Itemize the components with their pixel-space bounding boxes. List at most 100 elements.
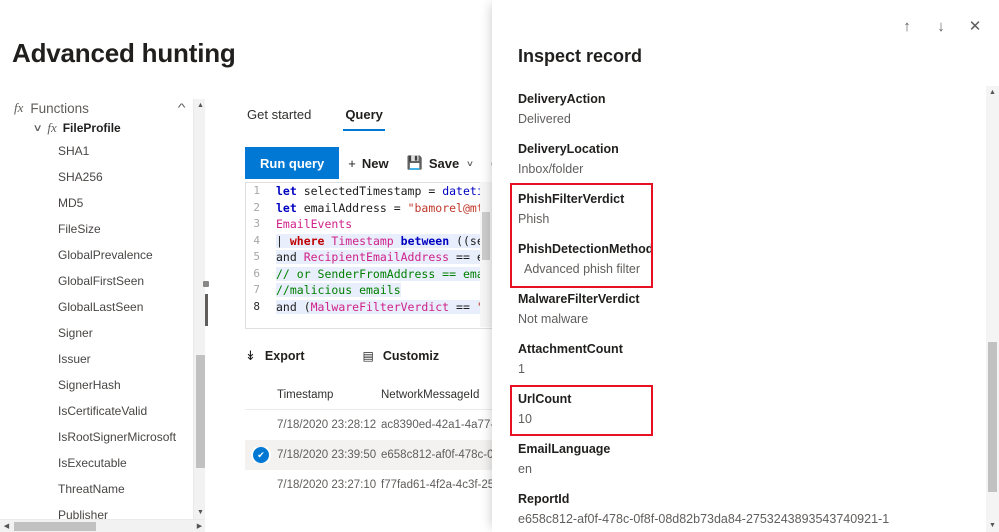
splitter-handle[interactable] (205, 294, 208, 326)
scrollbar-thumb[interactable] (14, 522, 96, 531)
export-label: Export (264, 349, 305, 363)
schema-field-item[interactable]: SHA1 (0, 138, 200, 164)
table-header-row: Timestamp NetworkMessageId (245, 381, 492, 410)
chevron-down-icon[interactable]: ∨ (466, 159, 474, 168)
schema-horizontal-scrollbar[interactable]: ◀ ▶ (0, 519, 206, 532)
customize-columns-button[interactable]: ▤ Customiz (363, 349, 440, 363)
code-line: 7 //malicious emails (246, 282, 492, 299)
schema-field-item[interactable]: MD5 (0, 190, 200, 216)
tab-query[interactable]: Query (343, 104, 385, 131)
code-token: == (456, 299, 470, 314)
line-number: 4 (253, 233, 260, 247)
code-token: let (276, 200, 297, 215)
share-query-button[interactable]: ➦ S (482, 147, 492, 179)
schema-field-item[interactable]: Issuer (0, 346, 200, 372)
code-token: //malicious emails (276, 283, 401, 297)
record-field-list: DeliveryAction Delivered DeliveryLocation I… (518, 90, 973, 532)
code-token: "bamorel@mtpd (400, 200, 492, 215)
save-disk-icon: 💾 (406, 155, 423, 170)
cell-timestamp: 7/18/2020 23:39:50 (277, 449, 377, 461)
record-field-label: DeliveryAction (518, 92, 606, 106)
record-field-label: UrlCount (518, 392, 572, 406)
previous-record-button[interactable]: ↑ (895, 14, 919, 38)
panel-vertical-scrollbar[interactable]: ▲ ▼ (986, 86, 999, 532)
record-field: PhishFilterVerdict Phish (518, 190, 973, 228)
schema-field-item[interactable]: ThreatName (0, 476, 200, 502)
close-panel-button[interactable]: ✕ (963, 14, 987, 38)
schema-field-item[interactable]: SHA256 (0, 164, 200, 190)
code-line: 2 let emailAddress = "bamorel@mtpd (246, 200, 492, 217)
code-text: let emailAddress = "bamorel@mtpd (276, 200, 492, 217)
line-number: 5 (253, 250, 260, 263)
code-token (393, 233, 401, 248)
inspect-record-title: Inspect record (518, 46, 643, 66)
scroll-up-icon[interactable]: ▲ (986, 86, 999, 99)
chevron-down-icon[interactable]: ∨ (33, 123, 43, 134)
plus-icon: + (348, 155, 356, 171)
scroll-down-icon[interactable]: ▼ (986, 519, 999, 532)
schema-field-item[interactable]: IsRootSignerMicrosoft (0, 424, 200, 450)
line-number: 6 (253, 266, 260, 280)
line-number: 7 (253, 283, 260, 296)
scroll-left-icon[interactable]: ◀ (0, 520, 13, 532)
record-field-value: en (518, 462, 532, 476)
code-text: let selectedTimestamp = datetime (276, 183, 492, 200)
scrollbar-thumb[interactable] (196, 355, 205, 468)
advanced-hunting-page: Advanced hunting fx Functions ^ ∨ fx Fil… (0, 0, 492, 532)
code-token: EmailEvents (276, 217, 353, 231)
schema-field-item[interactable]: GlobalFirstSeen (0, 268, 200, 294)
schema-field-item[interactable]: Signer (0, 320, 200, 346)
schema-field-item[interactable]: IsExecutable (0, 450, 200, 476)
record-field-value: Inbox/folder (518, 162, 584, 176)
functions-group-header[interactable]: fx Functions ^ (14, 100, 186, 116)
schema-group-fileprofile[interactable]: ∨ fx FileProfile (33, 120, 121, 136)
record-field-label: MalwareFilterVerdict (518, 292, 640, 306)
run-query-button[interactable]: Run query (245, 147, 340, 179)
schema-field-item[interactable]: IsCertificateValid (0, 398, 200, 424)
code-token: emailAddress (296, 200, 394, 215)
record-field-label: ReportId (518, 492, 570, 506)
code-text: //malicious emails (276, 282, 492, 299)
next-record-button[interactable]: ↓ (929, 14, 953, 38)
scrollbar-thumb[interactable] (988, 342, 997, 492)
code-text: // or SenderFromAddress == email (276, 266, 492, 283)
check-circle-icon[interactable]: ✔ (253, 447, 269, 463)
column-header-networkmessageid[interactable]: NetworkMessageId (381, 389, 492, 401)
scrollbar-thumb[interactable] (482, 212, 490, 260)
code-token: RecipientEmailAddress (303, 250, 450, 264)
schema-field-item[interactable]: FileSize (0, 216, 200, 242)
kql-query-editor[interactable]: 1 let selectedTimestamp = datetime 2 let em… (245, 182, 492, 329)
page-title: Advanced hunting (12, 38, 236, 68)
schema-field-item[interactable]: SignerHash (0, 372, 200, 398)
export-button[interactable]: ↡ Export (245, 348, 305, 364)
chevron-up-icon[interactable]: ^ (178, 102, 186, 114)
cell-networkmessageid: f77fad61-4f2a-4c3f-25ec-0 (381, 479, 492, 491)
column-header-timestamp[interactable]: Timestamp (277, 389, 381, 401)
record-field: MalwareFilterVerdict Not malware (518, 290, 973, 328)
code-token: where (289, 233, 325, 248)
table-row[interactable]: 7/18/2020 23:28:12 ac8390ed-42a1-4a77-197… (245, 410, 492, 440)
line-number: 1 (253, 184, 260, 197)
code-token (449, 299, 457, 314)
code-token: let (276, 184, 297, 198)
code-text: and (MalwareFilterVerdict == "Ma (276, 299, 492, 316)
line-number: 3 (253, 217, 260, 230)
record-field: AttachmentCount 1 (518, 340, 973, 378)
new-query-button[interactable]: + New (339, 147, 397, 179)
record-field-value: Advanced phish filter (524, 262, 641, 276)
row-select-cell[interactable]: ✔ (245, 447, 277, 463)
panel-action-buttons: ↑ ↓ ✕ (895, 14, 987, 38)
code-line: 5 and RecipientEmailAddress == ema (246, 249, 492, 266)
schema-field-item[interactable]: GlobalLastSeen (0, 294, 200, 320)
table-row[interactable]: 7/18/2020 23:27:10 f77fad61-4f2a-4c3f-25e… (245, 470, 492, 500)
editor-vertical-scrollbar[interactable] (480, 182, 492, 327)
table-row[interactable]: ✔ 7/18/2020 23:39:50 e658c812-af0f-478c-0f… (245, 440, 492, 470)
tab-get-started[interactable]: Get started (245, 104, 313, 131)
save-query-button[interactable]: 💾 Save ∨ (398, 147, 482, 179)
splitter-grip-dot[interactable] (203, 281, 209, 287)
record-field: DeliveryAction Delivered (518, 90, 973, 128)
record-field-value: Phish (518, 212, 550, 226)
schema-field-item[interactable]: GlobalPrevalence (0, 242, 200, 268)
line-number: 8 (253, 299, 260, 313)
query-tabs: Get started Query (245, 104, 385, 131)
